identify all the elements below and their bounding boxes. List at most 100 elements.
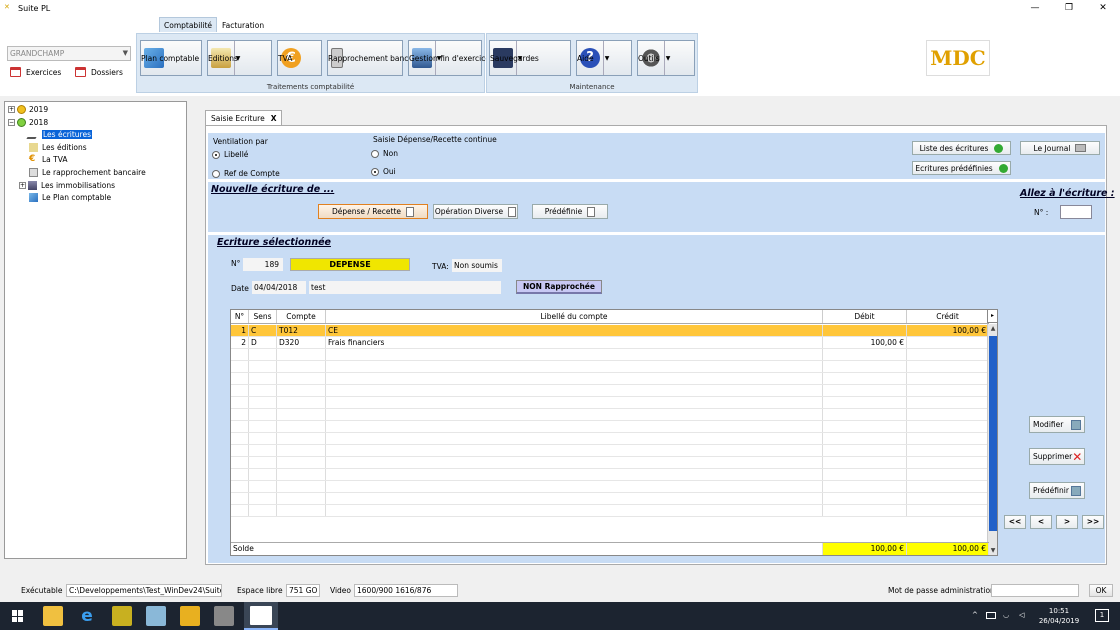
tree-node-2019[interactable]: + 2019 bbox=[8, 105, 48, 114]
tab-saisie-ecriture[interactable]: Saisie Ecriture X bbox=[205, 110, 283, 125]
close-icon[interactable]: X bbox=[271, 114, 277, 123]
sauvegardes-button[interactable]: Sauvegardes ▼ bbox=[489, 40, 571, 76]
minimize-button[interactable]: — bbox=[1018, 0, 1052, 16]
table-row[interactable] bbox=[231, 445, 989, 457]
edge-icon[interactable]: e bbox=[77, 606, 97, 626]
grid-scrollbar[interactable]: ▲ ▼ bbox=[987, 324, 997, 555]
close-button[interactable]: ✕ bbox=[1086, 0, 1120, 16]
gestion-fin-exercice-button[interactable]: Gestion fin d'exercice ▼ bbox=[408, 40, 490, 76]
operation-diverse-button[interactable]: Opération Diverse bbox=[433, 204, 518, 219]
tools-icon[interactable] bbox=[214, 606, 234, 626]
table-row[interactable] bbox=[231, 409, 989, 421]
modifier-button[interactable]: Modifier bbox=[1029, 416, 1085, 433]
scroll-down-icon[interactable]: ▼ bbox=[988, 546, 997, 555]
editions-button[interactable]: Editions ▼ bbox=[207, 40, 272, 76]
allez-no-input[interactable] bbox=[1060, 205, 1092, 219]
outils-button[interactable]: Outils ▼ bbox=[637, 40, 695, 76]
clock[interactable]: 10:51 26/04/2019 bbox=[1036, 606, 1082, 626]
tree-item-tva[interactable]: € La TVA bbox=[29, 155, 68, 165]
table-row[interactable] bbox=[231, 457, 989, 469]
taskbar-active-app[interactable] bbox=[244, 602, 278, 630]
notification-icon[interactable]: 1 bbox=[1095, 609, 1109, 622]
table-row[interactable] bbox=[231, 493, 989, 505]
cell-compte bbox=[277, 421, 326, 432]
table-row[interactable] bbox=[231, 349, 989, 361]
col-debit[interactable]: Débit bbox=[823, 310, 907, 323]
table-row[interactable] bbox=[231, 481, 989, 493]
tree-item-immobilisations[interactable]: + Les immobilisations bbox=[19, 181, 115, 190]
tree-item-editions[interactable]: Les éditions bbox=[29, 143, 87, 152]
radio-libelle[interactable]: Libellé bbox=[212, 150, 248, 159]
table-row[interactable] bbox=[231, 373, 989, 385]
col-credit[interactable]: Crédit bbox=[907, 310, 989, 323]
radio-ref-compte[interactable]: Ref de Compte bbox=[212, 169, 280, 178]
exercices-button[interactable]: Exercices bbox=[10, 67, 61, 77]
table-row[interactable] bbox=[231, 385, 989, 397]
radio-non[interactable]: Non bbox=[371, 149, 398, 158]
plan-comptable-button[interactable]: Plan comptable bbox=[140, 40, 202, 76]
table-row[interactable] bbox=[231, 397, 989, 409]
chevron-down-icon[interactable]: ▼ bbox=[603, 41, 610, 75]
windev-icon[interactable] bbox=[112, 606, 132, 626]
tree-item-rapprochement[interactable]: Le rapprochement bancaire bbox=[29, 168, 146, 177]
cell-libelle: CE bbox=[326, 325, 823, 336]
table-row[interactable]: 2 D D320 Frais financiers 100,00 € bbox=[231, 337, 989, 349]
liste-ecritures-button[interactable]: Liste des écritures bbox=[912, 141, 1011, 155]
table-row[interactable] bbox=[231, 469, 989, 481]
wifi-icon[interactable]: ◡ bbox=[1003, 611, 1009, 619]
network-icon[interactable] bbox=[986, 612, 996, 619]
expand-icon[interactable]: + bbox=[8, 106, 15, 113]
collapse-icon[interactable]: − bbox=[8, 119, 15, 126]
tab-facturation[interactable]: Facturation bbox=[217, 17, 269, 32]
first-record-button[interactable]: << bbox=[1004, 515, 1026, 529]
wdbuilder-icon[interactable] bbox=[180, 606, 200, 626]
column-menu-icon[interactable]: ▸ bbox=[987, 309, 998, 323]
journal-button[interactable]: Le Journal bbox=[1020, 141, 1100, 155]
col-n[interactable]: N° bbox=[231, 310, 249, 323]
ecritures-predefinies-button[interactable]: Ecritures prédéfinies bbox=[912, 161, 1011, 175]
rapprochement-button[interactable]: Rapprochement bancaire bbox=[327, 40, 423, 76]
cell-sens bbox=[249, 493, 277, 504]
table-row[interactable] bbox=[231, 505, 989, 517]
tree-item-ecritures[interactable]: Les écritures bbox=[26, 130, 92, 139]
volume-icon[interactable]: ◁ bbox=[1019, 611, 1024, 619]
col-sens[interactable]: Sens bbox=[249, 310, 277, 323]
cell-n bbox=[231, 457, 249, 468]
tva-button[interactable]: € TVA bbox=[277, 40, 322, 76]
predefinie-button[interactable]: Prédéfinie bbox=[532, 204, 608, 219]
explorer-icon[interactable] bbox=[43, 606, 63, 626]
tray-chevron-icon[interactable]: ^ bbox=[972, 611, 978, 619]
tree-item-plan-comptable[interactable]: Le Plan comptable bbox=[29, 193, 111, 202]
maximize-button[interactable]: ❐ bbox=[1052, 0, 1086, 16]
next-record-button[interactable]: > bbox=[1056, 515, 1078, 529]
scroll-up-icon[interactable]: ▲ bbox=[988, 324, 997, 334]
col-libelle[interactable]: Libellé du compte bbox=[326, 310, 823, 323]
aide-button[interactable]: ? Aide ▼ bbox=[576, 40, 632, 76]
table-row[interactable]: 1 C T012 CE 100,00 € bbox=[231, 325, 989, 337]
cell-debit bbox=[823, 457, 907, 468]
table-row[interactable] bbox=[231, 421, 989, 433]
predefinir-button[interactable]: Prédéfinir bbox=[1029, 482, 1085, 499]
ok-button[interactable]: OK bbox=[1089, 584, 1113, 597]
chevron-down-icon[interactable]: ▼ bbox=[664, 41, 671, 75]
supprimer-button[interactable]: Supprimer ✕ bbox=[1029, 448, 1085, 465]
scroll-thumb[interactable] bbox=[989, 336, 997, 531]
tree-node-2018[interactable]: − 2018 bbox=[8, 118, 48, 127]
cell-compte bbox=[277, 409, 326, 420]
depense-recette-button[interactable]: Dépense / Recette bbox=[318, 204, 428, 219]
mdp-input[interactable] bbox=[991, 584, 1079, 597]
dossiers-button[interactable]: Dossiers bbox=[75, 67, 123, 77]
radio-oui[interactable]: Oui bbox=[371, 167, 396, 176]
webdev-icon[interactable] bbox=[146, 606, 166, 626]
prev-record-button[interactable]: < bbox=[1030, 515, 1052, 529]
last-record-button[interactable]: >> bbox=[1082, 515, 1104, 529]
tab-comptabilite[interactable]: Comptabilité bbox=[159, 17, 217, 32]
windows-start-icon[interactable] bbox=[12, 610, 24, 622]
expand-icon[interactable]: + bbox=[19, 182, 26, 189]
cell-compte bbox=[277, 433, 326, 444]
company-select[interactable]: GRANDCHAMP ▼ bbox=[7, 46, 131, 61]
table-row[interactable] bbox=[231, 433, 989, 445]
col-compte[interactable]: Compte bbox=[277, 310, 326, 323]
table-row[interactable] bbox=[231, 361, 989, 373]
cell-credit: 100,00 € bbox=[907, 325, 989, 336]
